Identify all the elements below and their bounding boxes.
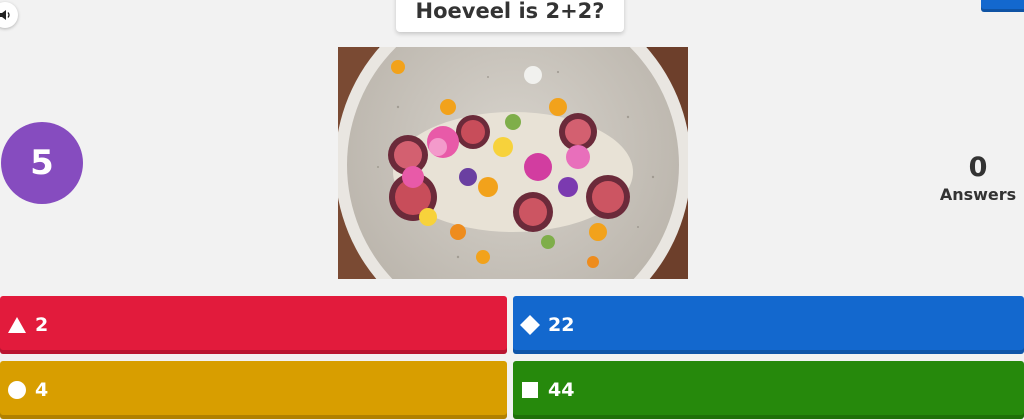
next-button[interactable]	[981, 0, 1024, 12]
answer-option-red[interactable]: 2	[0, 296, 507, 354]
timer-value: 5	[30, 143, 54, 183]
triangle-icon	[5, 313, 29, 337]
question-box: Hoeveel is 2+2?	[396, 0, 624, 32]
answer-text: 2	[35, 314, 49, 336]
sound-button[interactable]	[0, 2, 18, 28]
answer-option-green[interactable]: 44	[513, 361, 1024, 419]
answers-number: 0	[968, 152, 988, 183]
question-image	[338, 47, 688, 279]
answers-label: Answers	[939, 185, 1017, 204]
square-icon	[518, 378, 542, 402]
answer-text: 44	[548, 379, 575, 401]
answer-option-blue[interactable]: 22	[513, 296, 1024, 354]
diamond-icon	[518, 313, 542, 337]
answer-option-yellow[interactable]: 4	[0, 361, 507, 419]
question-title: Hoeveel is 2+2?	[415, 0, 605, 23]
answer-text: 4	[35, 379, 49, 401]
countdown-timer: 5	[1, 122, 83, 204]
answer-text: 22	[548, 314, 575, 336]
circle-icon	[5, 378, 29, 402]
speaker-icon	[0, 8, 13, 22]
answers-counter: 0 Answers	[936, 152, 1020, 205]
